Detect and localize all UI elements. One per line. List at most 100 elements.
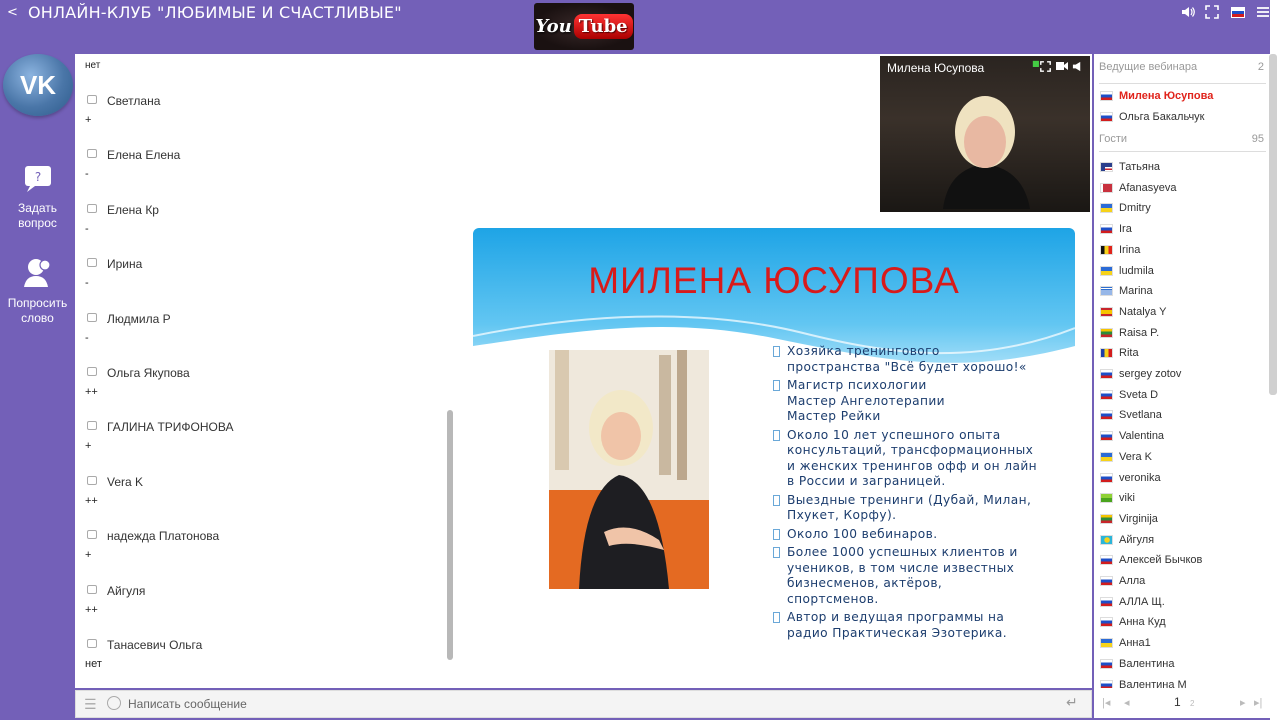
slide-bullet: Около 10 лет успешного опыта консультаци… bbox=[773, 428, 1063, 490]
guest-item[interactable]: Vera K bbox=[1100, 449, 1265, 465]
message-bubble-icon bbox=[87, 639, 97, 648]
message-bubble-icon bbox=[87, 421, 97, 431]
next-page-icon[interactable]: ▸ bbox=[1240, 696, 1246, 709]
bullet-marker bbox=[773, 547, 780, 558]
guest-item[interactable]: veronika bbox=[1100, 470, 1265, 486]
chat-message-author: Людмила Р bbox=[107, 311, 171, 326]
slide-bullet-list: Хозяйка тренингового пространства "Всё б… bbox=[773, 344, 1063, 644]
flag-ru-icon bbox=[1100, 617, 1113, 628]
divider bbox=[1099, 83, 1266, 84]
guest-item[interactable]: sergey zotov bbox=[1100, 366, 1265, 382]
video-stream[interactable]: Милена Юсупова ■ bbox=[880, 56, 1090, 212]
host-item[interactable]: Милена Юсупова bbox=[1100, 88, 1265, 104]
guest-item[interactable]: Алексей Бычков bbox=[1100, 552, 1265, 568]
flag-by-icon bbox=[1100, 182, 1113, 193]
guest-item[interactable]: Алла bbox=[1100, 573, 1265, 589]
chat-message-author: Vera K bbox=[107, 474, 144, 489]
share-icon[interactable]: < bbox=[7, 5, 18, 20]
message-bubble-icon bbox=[87, 149, 97, 159]
prev-page-icon[interactable]: ◂ bbox=[1124, 696, 1130, 709]
fullscreen-icon[interactable] bbox=[1205, 5, 1219, 23]
host-item[interactable]: Ольга Бакальчук bbox=[1100, 109, 1265, 125]
request-speak-button[interactable]: Попросить слово bbox=[0, 256, 75, 326]
guest-item[interactable]: Raisa P. bbox=[1100, 325, 1265, 341]
youtube-logo[interactable]: You Tube bbox=[534, 3, 634, 50]
chat-message-author: Ирина bbox=[107, 257, 143, 272]
flag-ua-icon bbox=[1100, 451, 1113, 462]
volume-icon[interactable] bbox=[1181, 5, 1195, 23]
chat-message-author: надежда Платонова bbox=[107, 529, 220, 544]
guest-name: Vera K bbox=[1119, 450, 1153, 463]
vk-logo[interactable]: VK bbox=[3, 54, 73, 116]
first-page-icon[interactable]: |◂ bbox=[1102, 696, 1110, 709]
video-volume-icon[interactable] bbox=[1072, 61, 1083, 75]
guest-item[interactable]: Татьяна bbox=[1100, 159, 1265, 175]
guest-item[interactable]: Анна1 bbox=[1100, 635, 1265, 651]
guest-item[interactable]: Айгуля bbox=[1100, 532, 1265, 548]
bullet-marker bbox=[773, 346, 780, 357]
guest-name: sergey zotov bbox=[1119, 368, 1182, 380]
send-enter-icon[interactable]: ↵ bbox=[1066, 695, 1078, 711]
guests-header: Гости 95 bbox=[1099, 133, 1264, 145]
emoji-icon[interactable] bbox=[107, 696, 121, 710]
chat-message-author: Светлана bbox=[107, 94, 161, 108]
camera-icon[interactable] bbox=[1056, 61, 1068, 74]
guest-item[interactable]: Анна Куд bbox=[1100, 614, 1265, 630]
flag-ru-icon bbox=[1100, 576, 1113, 586]
ask-question-button[interactable]: ? Задать вопрос bbox=[0, 165, 75, 231]
guest-item[interactable]: Rita bbox=[1100, 345, 1265, 361]
youtube-tube-text: Tube bbox=[573, 14, 633, 39]
chat-message-text: + bbox=[85, 114, 92, 126]
participants-scrollbar[interactable] bbox=[1269, 54, 1277, 395]
message-bubble-icon bbox=[87, 475, 97, 485]
chat-message-text: нет bbox=[85, 60, 101, 71]
hosts-count: 2 bbox=[1257, 61, 1264, 73]
guest-item[interactable]: Virginija bbox=[1100, 511, 1265, 527]
guest-item[interactable]: Валентина bbox=[1100, 656, 1265, 672]
chat-scrollbar[interactable] bbox=[447, 410, 453, 660]
bullet-marker bbox=[773, 494, 780, 506]
flag-us-icon bbox=[1100, 162, 1113, 172]
chat-message-text: ++ bbox=[85, 494, 98, 507]
slide-bullet: Магистр психологии Мастер Ангелотерапии … bbox=[773, 378, 1063, 425]
flag-ru-icon bbox=[1100, 658, 1113, 669]
chat-message-author: Ольга Якупова bbox=[107, 366, 190, 380]
flag-ru-icon bbox=[1100, 472, 1113, 483]
guest-item[interactable]: Ira bbox=[1100, 221, 1265, 237]
guest-item[interactable]: АЛЛА Щ. bbox=[1100, 594, 1265, 610]
slide-bullet: Около 100 вебинаров. bbox=[773, 527, 1063, 543]
slide-bullet: Хозяйка тренингового пространства "Всё б… bbox=[773, 344, 1063, 375]
guest-item[interactable]: Valentina bbox=[1100, 428, 1265, 444]
guest-name: Dmitry bbox=[1119, 202, 1151, 215]
video-fullscreen-icon[interactable] bbox=[1040, 61, 1051, 75]
chat-message-author: Елена Елена bbox=[107, 148, 181, 163]
hosts-header: Ведущие вебинара 2 bbox=[1099, 61, 1264, 73]
guest-item[interactable]: Marina bbox=[1100, 283, 1265, 299]
slide-bullet: Автор и ведущая программы на радио Практ… bbox=[773, 610, 1063, 641]
guests-count: 95 bbox=[1251, 133, 1264, 145]
guest-item[interactable]: Irina bbox=[1100, 242, 1265, 258]
chat-message-author: ГАЛИНА ТРИФОНОВА bbox=[107, 420, 234, 435]
guest-name: viki bbox=[1119, 492, 1135, 505]
slide: МИЛЕНА ЮСУПОВА Хозяйка тренингового прос… bbox=[473, 228, 1075, 648]
guest-item[interactable]: ludmila bbox=[1100, 263, 1265, 279]
guest-name: Marina bbox=[1119, 285, 1153, 298]
guest-item[interactable]: Natalya Y bbox=[1100, 304, 1265, 320]
chat-message-text: - bbox=[85, 168, 89, 181]
message-input[interactable] bbox=[128, 694, 1028, 714]
guest-item[interactable]: viki bbox=[1100, 490, 1265, 506]
speak-label-line1: Попросить bbox=[7, 296, 68, 310]
next-page-number[interactable]: 2 bbox=[1190, 699, 1194, 708]
last-page-icon[interactable]: ▸| bbox=[1254, 696, 1262, 709]
guest-name: veronika bbox=[1119, 471, 1161, 484]
flag-ru-icon bbox=[1100, 410, 1113, 421]
menu-icon[interactable] bbox=[1256, 5, 1270, 23]
guest-item[interactable]: Dmitry bbox=[1100, 200, 1265, 216]
slide-bullet: Более 1000 успешных клиентов и учеников,… bbox=[773, 545, 1063, 607]
language-flag-icon[interactable] bbox=[1231, 7, 1245, 18]
guest-item[interactable]: Sveta D bbox=[1100, 387, 1265, 403]
chat-message-text: ++ bbox=[85, 603, 98, 616]
guest-item[interactable]: Svetlana bbox=[1100, 407, 1265, 423]
guest-item[interactable]: Afanasyeva bbox=[1100, 180, 1265, 196]
chat-menu-icon[interactable]: ☰ bbox=[84, 697, 97, 713]
